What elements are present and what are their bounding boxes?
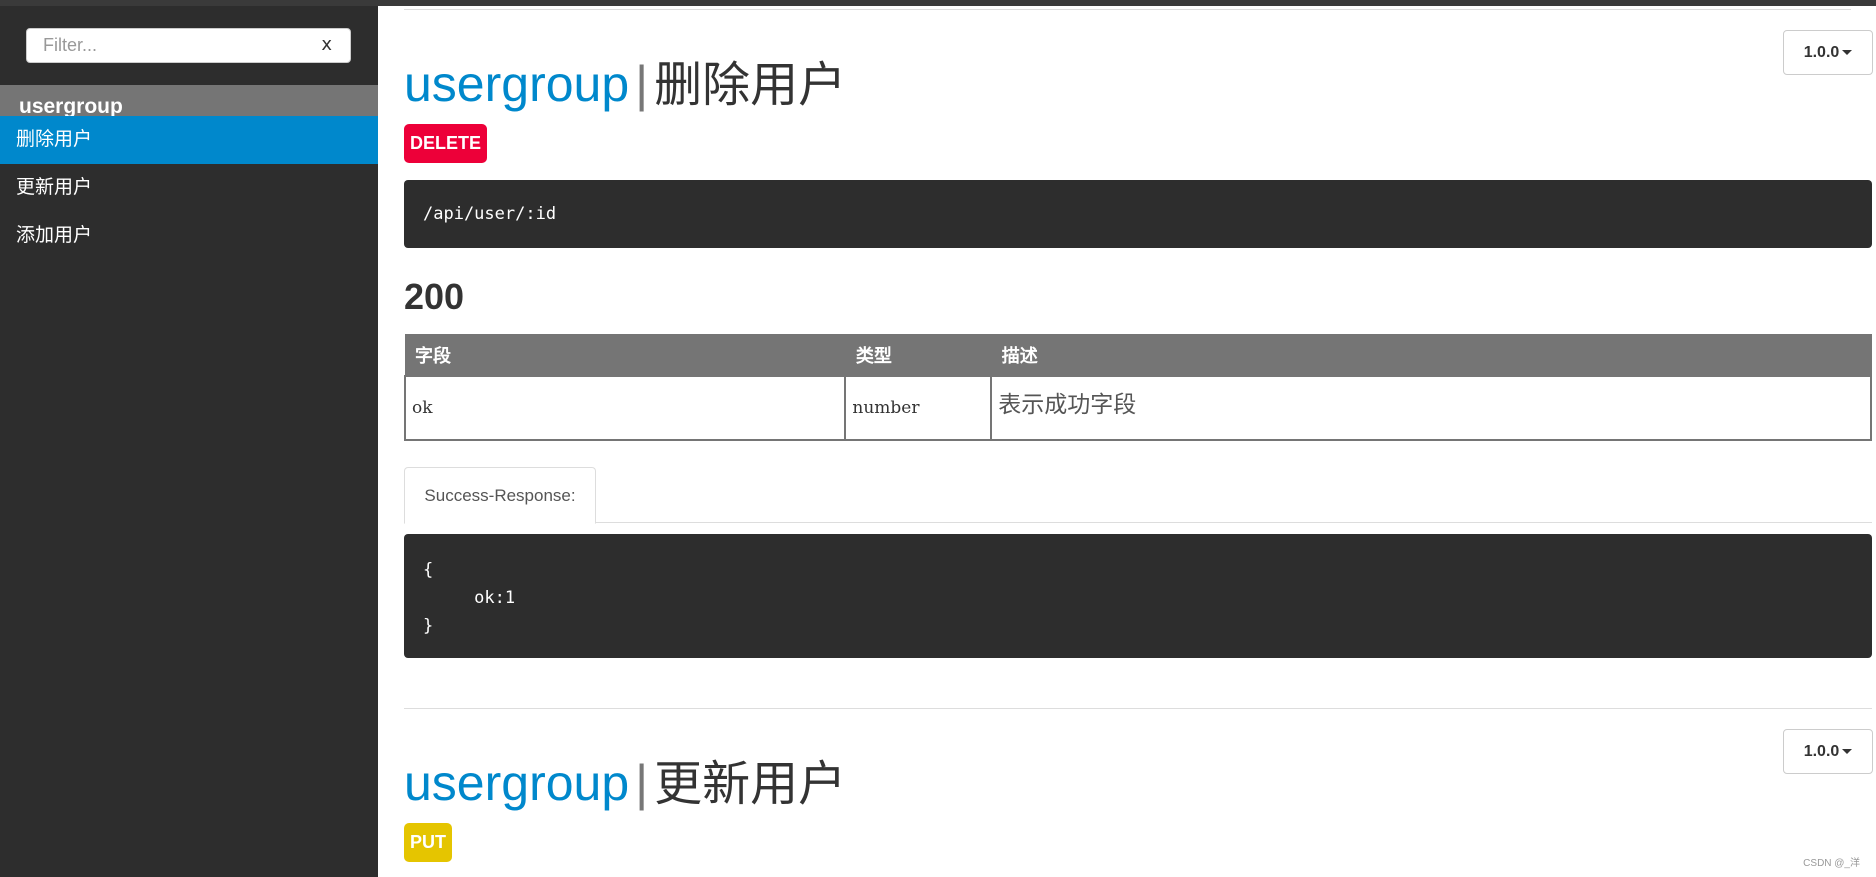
watermark: CSDN @_洋 xyxy=(1803,858,1860,869)
section-name: 删除用户 xyxy=(654,57,847,113)
method-badge-put: PUT xyxy=(404,823,452,862)
clear-filter-icon[interactable]: x xyxy=(321,34,332,55)
section-title: usergroup | 更新用户 xyxy=(404,753,846,814)
column-header-type: 类型 xyxy=(845,334,992,376)
column-header-field: 字段 xyxy=(405,334,846,376)
caret-down-icon xyxy=(1842,749,1853,755)
main-content: 1.0.0 usergroup | 删除用户 DELETE /api/user/:i… xyxy=(378,6,1876,877)
version-dropdown[interactable]: 1.0.0 xyxy=(1783,30,1873,75)
section-name: 更新用户 xyxy=(654,756,847,812)
filter-input[interactable] xyxy=(27,29,307,62)
endpoint-url-text: /api/user/:id xyxy=(423,204,557,224)
field-description-cell: 表示成功字段 xyxy=(990,375,1872,441)
divider xyxy=(404,9,1851,10)
caret-down-icon xyxy=(1842,50,1853,56)
field-type-cell: number xyxy=(844,375,993,441)
section-title: usergroup | 删除用户 xyxy=(404,54,846,115)
table-header-row: 字段 类型 描述 xyxy=(405,334,1872,376)
tab-divider xyxy=(404,522,1872,523)
response-line: { xyxy=(423,560,434,580)
version-dropdown[interactable]: 1.0.0 xyxy=(1783,729,1873,774)
field-name-cell: ok xyxy=(403,375,847,441)
fields-table: 字段 类型 描述 ok number 表示成功字段 xyxy=(403,334,1872,441)
tab-success-response[interactable]: Success-Response: xyxy=(404,467,596,524)
sidebar-item-add-user[interactable]: 添加用户 xyxy=(0,212,378,260)
sidebar-item-delete-user[interactable]: 删除用户 xyxy=(0,116,378,164)
method-badge-delete: DELETE xyxy=(404,124,488,163)
title-separator: | xyxy=(635,56,649,112)
response-line: ok:1 xyxy=(423,588,516,608)
section-group: usergroup xyxy=(404,56,630,112)
title-separator: | xyxy=(635,755,649,811)
sidebar-item-update-user[interactable]: 更新用户 xyxy=(0,164,378,212)
endpoint-url: /api/user/:id xyxy=(404,180,1872,248)
version-label: 1.0.0 xyxy=(1803,44,1840,61)
section-divider xyxy=(404,708,1872,709)
response-code-block: { ok:1 } xyxy=(404,534,1872,658)
sidebar: x usergroup 删除用户 更新用户 添加用户 xyxy=(0,6,378,877)
filter-box: x xyxy=(26,28,351,63)
section-group: usergroup xyxy=(404,755,630,811)
column-header-description: 描述 xyxy=(991,334,1872,376)
table-row: ok number 表示成功字段 xyxy=(403,375,1872,441)
version-label: 1.0.0 xyxy=(1803,743,1840,760)
response-line: } xyxy=(423,616,434,636)
status-code-heading: 200 xyxy=(404,276,465,317)
